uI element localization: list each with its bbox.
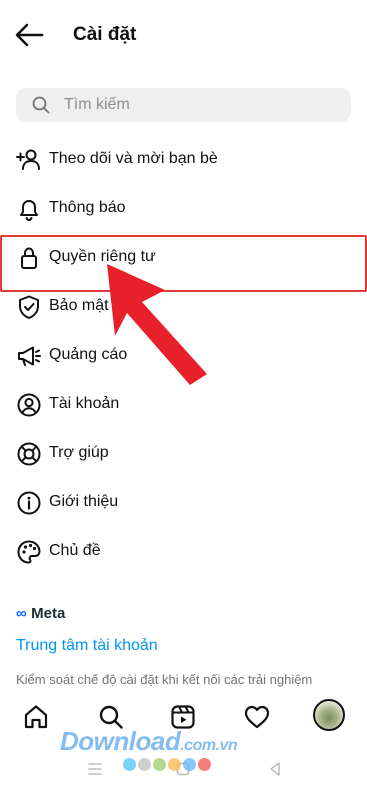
arrow-left-icon[interactable]	[14, 22, 44, 48]
menu-item-label: Trợ giúp	[49, 444, 109, 461]
bell-icon	[20, 200, 38, 222]
menu-item-label: Tài khoản	[49, 395, 120, 412]
menu-lines-icon[interactable]	[84, 758, 106, 780]
menu-item-theme[interactable]: Chủ đề	[0, 527, 367, 576]
menu-item-label: Giới thiệu	[49, 493, 119, 510]
menu-item-help[interactable]: Trợ giúp	[0, 429, 367, 478]
home-icon[interactable]	[22, 703, 50, 731]
accounts-center-link[interactable]: Trung tâm tài khoản	[16, 636, 158, 656]
lock-icon	[21, 247, 37, 269]
dot	[198, 758, 211, 771]
accounts-center-description: Kiểm soát chế độ cài đặt khi kết nối các…	[16, 672, 313, 687]
search-bar[interactable]	[16, 88, 351, 122]
profile-avatar[interactable]	[313, 699, 345, 731]
menu-item-label: Theo dõi và mời bạn bè	[49, 150, 218, 167]
account-circle-icon	[17, 393, 41, 417]
meta-logo-text: Meta	[31, 605, 66, 622]
dot	[123, 758, 136, 771]
menu-item-label: Chủ đề	[49, 542, 101, 559]
menu-item-label: Thông báo	[49, 199, 126, 216]
pointer-arrow-annotation	[107, 264, 207, 385]
heart-icon[interactable]	[243, 703, 271, 731]
header-bar: Cài đặt	[0, 0, 367, 70]
dot	[138, 758, 151, 771]
watermark-dots	[123, 758, 213, 772]
bottom-tab-bar	[0, 697, 367, 737]
menu-item-follow-invite[interactable]: Theo dõi và mời bạn bè	[0, 135, 367, 184]
dot	[183, 758, 196, 771]
meta-infinity-icon: ∞	[16, 605, 27, 622]
lifebuoy-icon	[17, 442, 41, 466]
info-icon	[17, 491, 41, 515]
search-input[interactable]	[64, 88, 334, 122]
meta-logo: ∞ Meta	[16, 604, 65, 624]
add-person-icon	[16, 149, 40, 170]
megaphone-icon	[18, 346, 41, 366]
menu-item-account[interactable]: Tài khoản	[0, 380, 367, 429]
palette-icon	[17, 540, 41, 564]
search-icon[interactable]	[97, 703, 125, 731]
menu-item-notifications[interactable]: Thông báo	[0, 184, 367, 233]
dot	[153, 758, 166, 771]
search-icon	[32, 96, 50, 114]
menu-item-about[interactable]: Giới thiệu	[0, 478, 367, 527]
page-title: Cài đặt	[73, 24, 137, 45]
dot	[168, 758, 181, 771]
shield-check-icon	[19, 295, 39, 319]
back-triangle-icon[interactable]	[264, 758, 286, 780]
reels-icon[interactable]	[169, 703, 197, 731]
